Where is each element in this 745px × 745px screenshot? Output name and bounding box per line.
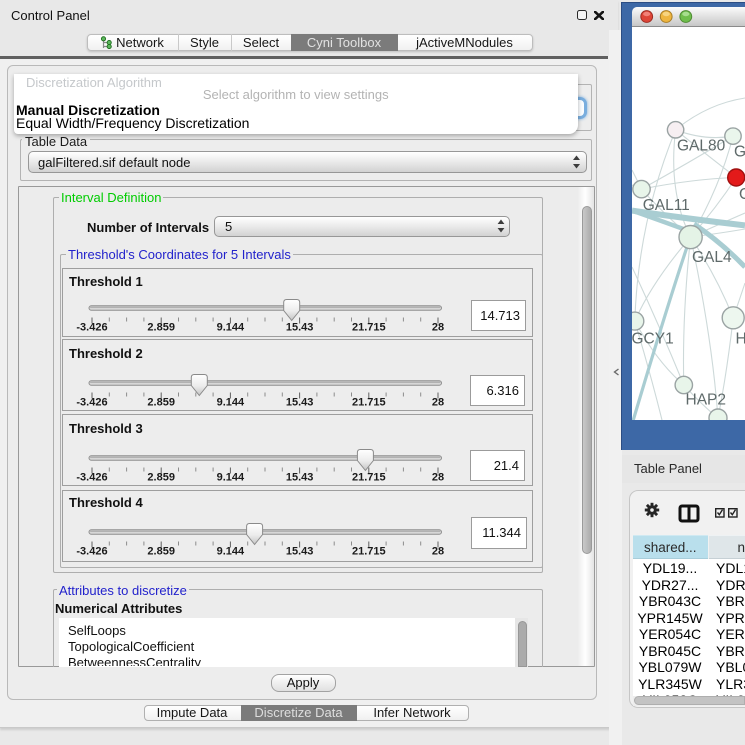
- svg-text:28: 28: [432, 396, 444, 408]
- svg-text:9.144: 9.144: [217, 396, 245, 408]
- svg-text:21.715: 21.715: [352, 321, 386, 333]
- svg-text:28: 28: [432, 471, 444, 483]
- svg-text:GAL4: GAL4: [692, 249, 732, 266]
- svg-text:2.859: 2.859: [147, 396, 175, 408]
- svg-text:21.715: 21.715: [352, 471, 386, 483]
- svg-text:H: H: [736, 331, 745, 348]
- svg-text:GAL11: GAL11: [643, 197, 690, 214]
- svg-text:9.144: 9.144: [217, 471, 245, 483]
- svg-text:-3.426: -3.426: [76, 471, 107, 483]
- svg-text:2.859: 2.859: [147, 471, 175, 483]
- svg-text:-3.426: -3.426: [76, 545, 107, 557]
- svg-text:9.144: 9.144: [217, 321, 245, 333]
- svg-text:HAP2: HAP2: [686, 392, 727, 409]
- svg-text:GCY1: GCY1: [632, 331, 674, 348]
- svg-text:15.43: 15.43: [286, 545, 314, 557]
- svg-text:21.715: 21.715: [352, 396, 386, 408]
- svg-text:15.43: 15.43: [286, 321, 314, 333]
- svg-text:15.43: 15.43: [286, 396, 314, 408]
- svg-text:GAL80: GAL80: [677, 137, 726, 154]
- svg-text:9.144: 9.144: [217, 545, 245, 557]
- svg-text:-3.426: -3.426: [76, 321, 107, 333]
- svg-text:28: 28: [432, 545, 444, 557]
- svg-text:15.43: 15.43: [286, 471, 314, 483]
- svg-text:28: 28: [432, 321, 444, 333]
- svg-text:GA: GA: [734, 144, 745, 161]
- svg-text:2.859: 2.859: [147, 321, 175, 333]
- svg-text:2.859: 2.859: [147, 545, 175, 557]
- svg-text:C: C: [739, 186, 745, 203]
- svg-text:21.715: 21.715: [352, 545, 386, 557]
- svg-text:-3.426: -3.426: [76, 396, 107, 408]
